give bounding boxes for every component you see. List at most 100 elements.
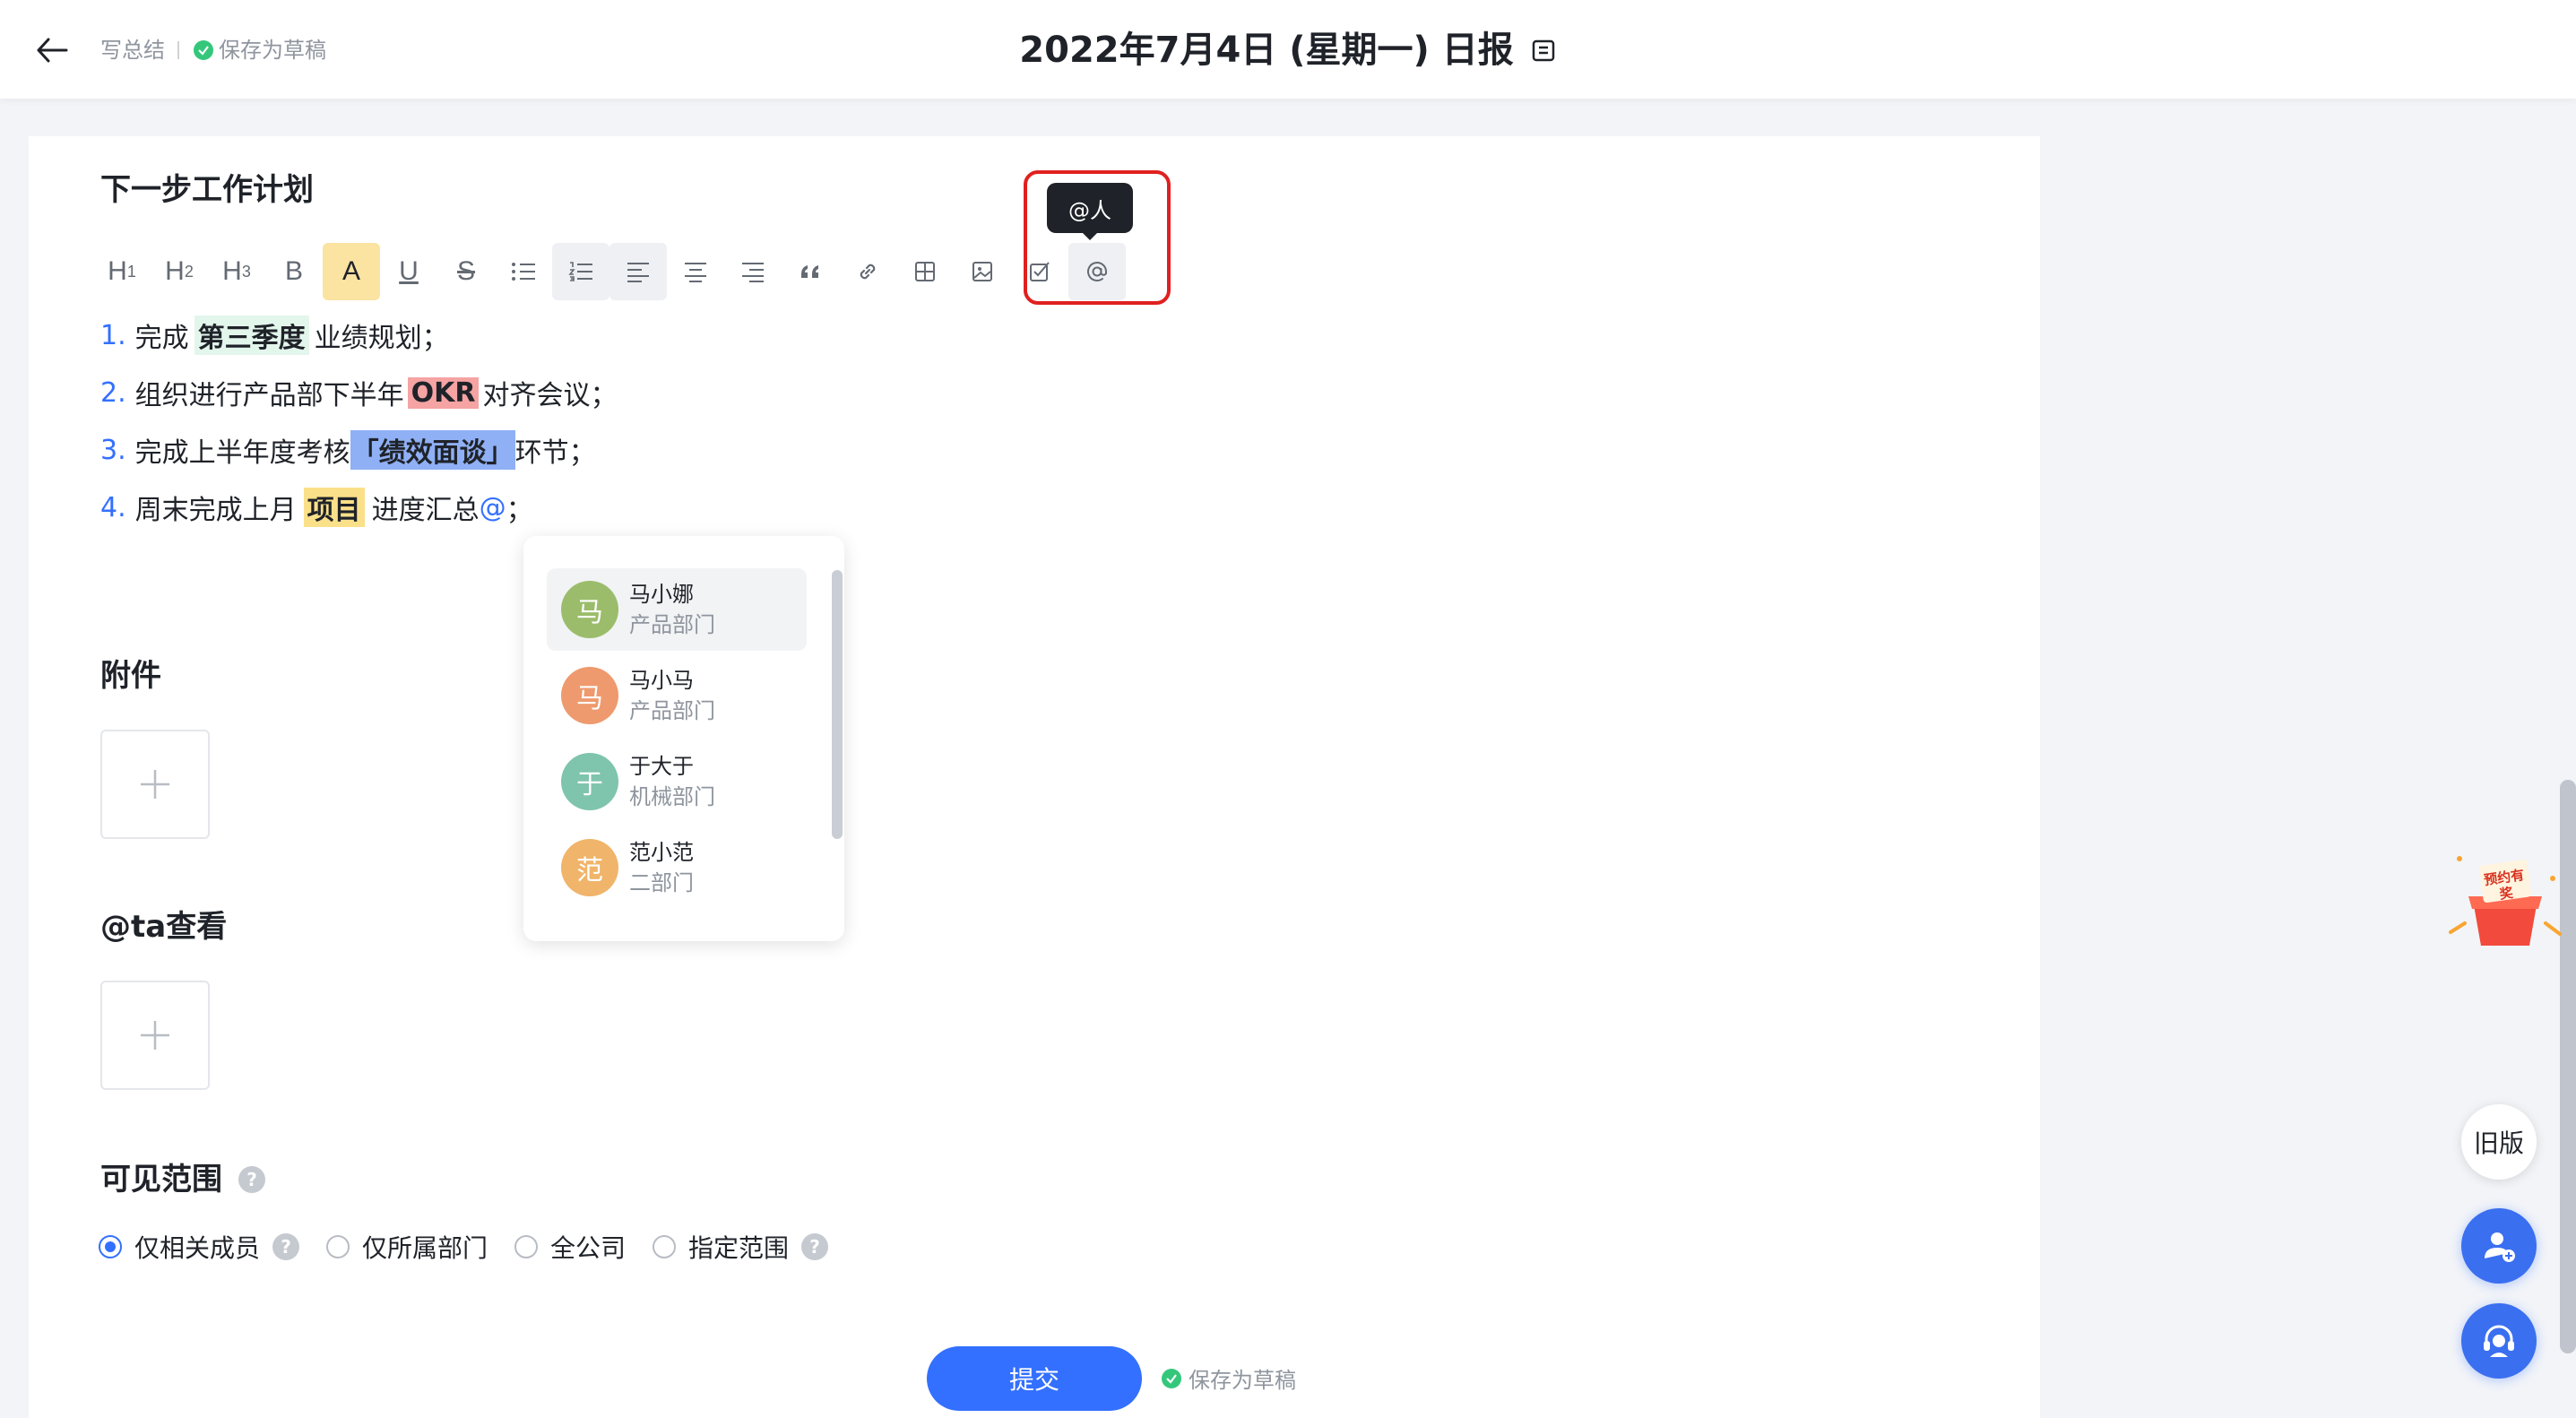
draft-status: 保存为草稿 [194, 34, 326, 66]
radio-custom-range[interactable]: 指定范围 ? [653, 1229, 829, 1265]
radio-own-department[interactable]: 仅所属部门 [326, 1229, 488, 1265]
list-number: 2. [100, 376, 126, 409]
submit-button[interactable]: 提交 [927, 1346, 1142, 1411]
radio-label: 全公司 [550, 1233, 627, 1263]
add-attachment-button[interactable] [100, 730, 210, 839]
radio-icon [326, 1235, 350, 1258]
visibility-section-title: 可见范围 ? [100, 1158, 265, 1201]
radio-label: 指定范围 [688, 1233, 790, 1263]
avatar: 马 [561, 667, 618, 724]
save-draft-label: 保存为草稿 [1189, 1368, 1296, 1393]
line-text: ； [506, 495, 533, 526]
save-draft-link[interactable]: 保存为草稿 [1162, 1362, 1296, 1394]
top-bar: 写总结 保存为草稿 2022年7月4日 (星期一) 日报 [0, 0, 2576, 99]
mention-option[interactable]: 马 马小马 产品部门 [547, 654, 807, 737]
underline-button[interactable]: U [380, 243, 437, 300]
avatar: 范 [561, 839, 618, 896]
line-text: 环节； [514, 437, 596, 469]
link-icon[interactable] [839, 243, 896, 300]
line-text: 组织进行产品部下半年 [134, 380, 404, 411]
radio-whole-company[interactable]: 全公司 [514, 1229, 626, 1265]
mention-name: 于大于 [629, 754, 694, 779]
visibility-title: 可见范围 [100, 1162, 222, 1198]
mention-dept: 二部门 [629, 870, 694, 895]
mention-trigger: @ [479, 491, 506, 523]
radio-label: 仅相关成员 [134, 1233, 261, 1263]
next-plan-title: 下一步工作计划 [100, 172, 314, 208]
align-center-button[interactable] [667, 243, 724, 300]
radio-icon [653, 1235, 677, 1258]
mention-dept: 产品部门 [629, 698, 715, 723]
old-version-button[interactable]: 旧版 [2461, 1104, 2537, 1180]
line-text: 对齐会议； [482, 380, 618, 411]
highlight-text: OKR [407, 376, 480, 409]
align-right-button[interactable] [724, 243, 782, 300]
gift-label: 预约有奖 [2483, 867, 2526, 903]
text-color-button[interactable]: A [323, 243, 380, 300]
mention-name: 马小娜 [629, 582, 694, 607]
add-viewer-button[interactable] [100, 981, 210, 1090]
heading2-button[interactable]: H2 [151, 243, 208, 300]
headset-icon [2484, 1325, 2514, 1357]
breadcrumb-write-summary[interactable]: 写总结 [100, 34, 165, 66]
strikethrough-button[interactable]: S [437, 243, 495, 300]
check-circle-icon [194, 40, 213, 60]
list-item: 3. 完成上半年度考核 「绩效面谈」 环节； [100, 421, 617, 479]
help-icon[interactable]: ? [801, 1233, 829, 1260]
page-title: 2022年7月4日 (星期一) 日报 [1019, 30, 1514, 71]
help-icon[interactable]: ? [272, 1233, 300, 1260]
mention-dropdown: 马 马小娜 产品部门 马 马小马 产品部门 于 于大于 机械部门 范 范小范 二… [523, 536, 844, 941]
line-text: 完成 [134, 323, 189, 354]
plus-icon [141, 1021, 169, 1050]
editor-toolbar: H1 H2 H3 B A U S [93, 242, 1126, 301]
highlight-text: 项目 [303, 488, 365, 527]
list-number: 1. [100, 319, 126, 351]
table-icon[interactable] [896, 243, 954, 300]
mention-option[interactable]: 于 于大于 机械部门 [547, 740, 807, 823]
radio-icon [514, 1235, 539, 1258]
line-text: 业绩规划； [314, 323, 449, 354]
mention-option[interactable]: 马 马小娜 产品部门 [547, 568, 807, 651]
check-circle-icon [1162, 1368, 1181, 1388]
page-title-container: 2022年7月4日 (星期一) 日报 [0, 25, 2576, 75]
visibility-radio-group: 仅相关成员 ? 仅所属部门 全公司 指定范围 ? [99, 1228, 855, 1266]
add-contact-button[interactable] [2461, 1208, 2537, 1284]
mention-name: 范小范 [629, 840, 694, 865]
bullet-list-button[interactable] [495, 243, 552, 300]
back-arrow-icon[interactable] [32, 30, 72, 70]
ordered-list-button[interactable] [552, 243, 609, 300]
list-item: 4. 周末完成上月 项目 进度汇总 @ ； [100, 479, 617, 536]
align-left-button[interactable] [609, 243, 667, 300]
gift-icon[interactable]: 预约有奖 [2447, 852, 2563, 950]
avatar: 马 [561, 581, 618, 638]
editor-content[interactable]: 1. 完成 第三季度 业绩规划； 2. 组织进行产品部下半年 OKR 对齐会议；… [100, 307, 617, 536]
user-add-icon [2485, 1232, 2515, 1262]
breadcrumb-divider [177, 41, 179, 59]
plus-icon [141, 770, 169, 799]
list-item: 1. 完成 第三季度 业绩规划； [100, 307, 617, 364]
mention-option[interactable]: 范 范小范 二部门 [547, 826, 807, 909]
calendar-icon[interactable] [1530, 37, 1557, 64]
line-text: 进度汇总 [371, 495, 480, 526]
heading1-button[interactable]: H1 [93, 243, 151, 300]
mention-dept: 机械部门 [629, 784, 715, 809]
draft-status-label: 保存为草稿 [219, 38, 326, 63]
list-number: 3. [100, 434, 126, 466]
highlight-text: 「绩效面谈」 [350, 430, 515, 470]
dropdown-scrollbar[interactable] [832, 570, 843, 839]
attachments-title: 附件 [100, 658, 161, 694]
avatar: 于 [561, 753, 618, 810]
radio-related-members[interactable]: 仅相关成员 ? [99, 1229, 300, 1265]
highlight-box [1024, 170, 1171, 305]
image-icon[interactable] [954, 243, 1011, 300]
line-text: 完成上半年度考核 [134, 437, 350, 469]
customer-service-button[interactable] [2461, 1303, 2537, 1379]
help-icon[interactable]: ? [238, 1166, 265, 1193]
list-item: 2. 组织进行产品部下半年 OKR 对齐会议； [100, 364, 617, 421]
mention-name: 马小马 [629, 668, 694, 693]
heading3-button[interactable]: H3 [208, 243, 265, 300]
quote-icon[interactable] [782, 243, 839, 300]
bold-button[interactable]: B [265, 243, 323, 300]
line-text: 周末完成上月 [134, 495, 297, 526]
list-number: 4. [100, 491, 126, 523]
